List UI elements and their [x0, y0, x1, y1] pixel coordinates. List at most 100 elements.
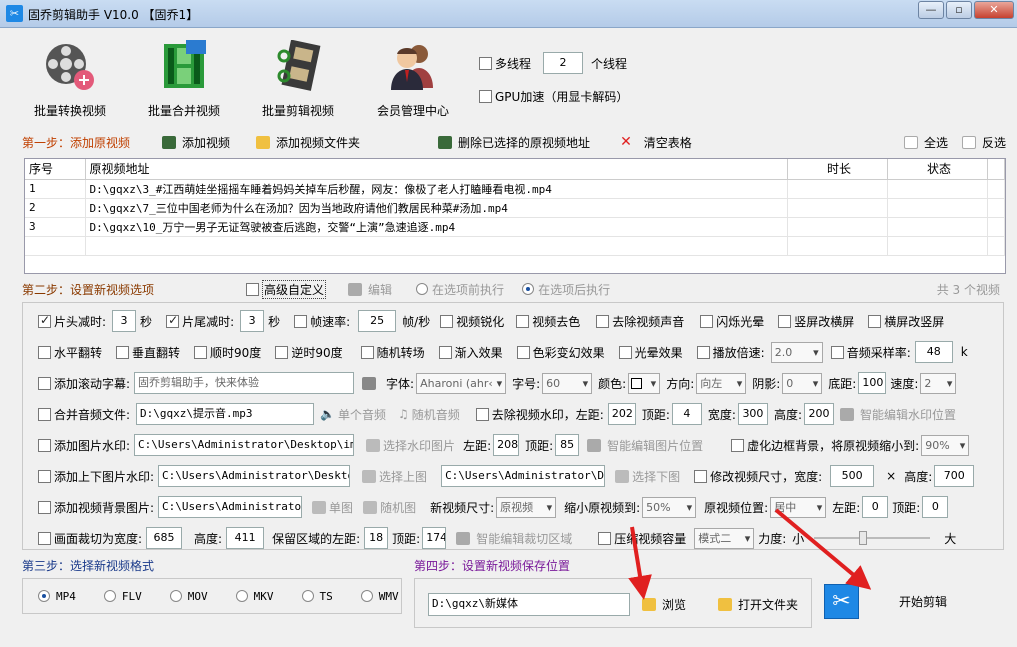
invert-select-button[interactable]: 反选: [961, 134, 1006, 151]
shadow-select[interactable]: 0: [782, 372, 823, 394]
tail-cut-checkbox[interactable]: [166, 313, 180, 328]
format-option-mkv[interactable]: MKV: [235, 590, 274, 603]
batch-convert-button[interactable]: 批量转换视频: [14, 36, 126, 118]
single-image-button[interactable]: 单图: [312, 499, 353, 516]
crop-top-input[interactable]: 174: [422, 527, 447, 549]
head-cut-input[interactable]: 3: [112, 310, 137, 332]
single-audio-button[interactable]: 🔈 单个音频: [320, 406, 386, 423]
audio-input[interactable]: D:\gqxz\提示音.mp3: [136, 403, 315, 425]
advanced-checkbox[interactable]: [246, 282, 260, 296]
head-cut-checkbox[interactable]: [38, 313, 51, 328]
blur-bg-checkbox[interactable]: [731, 438, 745, 452]
wm-width-input[interactable]: 300: [737, 403, 768, 425]
shrink-select[interactable]: 50%: [642, 496, 697, 518]
member-center-button[interactable]: 会员管理中心: [357, 36, 469, 118]
format-radio[interactable]: [301, 590, 314, 602]
mute-checkbox[interactable]: [596, 314, 610, 328]
random-image-button[interactable]: 随机图: [363, 499, 416, 516]
new-size-select[interactable]: 原视频: [496, 496, 557, 518]
close-button[interactable]: ✕: [974, 1, 1014, 19]
browse-button[interactable]: 浏览: [642, 596, 686, 613]
rot90-checkbox[interactable]: [194, 345, 208, 359]
resize-height-input[interactable]: 700: [934, 465, 975, 487]
table-row[interactable]: 2 D:\gqxz\7_三位中国老师为什么在汤加？因为当地政府请他们教居民种菜#汤…: [25, 198, 1005, 218]
sample-input[interactable]: 48: [914, 341, 953, 363]
select-all-button[interactable]: 全选: [903, 134, 948, 151]
smart-crop-button[interactable]: 智能编辑裁切区域: [456, 530, 572, 547]
pos-select[interactable]: 居中: [770, 496, 827, 518]
rotm90-checkbox[interactable]: [275, 345, 289, 359]
img-top-input[interactable]: 85: [555, 434, 580, 456]
add-video-button[interactable]: 添加视频: [162, 134, 230, 151]
down-image-input[interactable]: C:\Users\Administrator\Deskt: [441, 465, 606, 487]
fade-in-checkbox[interactable]: [438, 345, 452, 359]
size-select[interactable]: 60: [542, 372, 593, 394]
col-status[interactable]: 状态: [887, 159, 988, 180]
format-radio[interactable]: [169, 590, 182, 602]
sub-speed-select[interactable]: 2: [920, 372, 957, 394]
hflip-checkbox[interactable]: [38, 345, 51, 359]
random-audio-button[interactable]: ♫ 随机音频: [398, 406, 460, 423]
sharpen-checkbox[interactable]: [440, 314, 454, 328]
batch-merge-button[interactable]: 批量合并视频: [128, 36, 240, 118]
force-slider[interactable]: [814, 528, 931, 548]
compress-mode-select[interactable]: 模式二: [694, 527, 755, 549]
bg-left-input[interactable]: 0: [862, 496, 889, 518]
thread-count-input[interactable]: 2: [543, 52, 584, 74]
format-option-mp4[interactable]: MP4: [38, 590, 76, 603]
col-no[interactable]: 序号: [25, 159, 86, 180]
v2h-checkbox[interactable]: [778, 314, 792, 328]
format-option-flv[interactable]: FLV: [103, 590, 142, 603]
multithread-checkbox[interactable]: [479, 56, 492, 70]
smart-watermark-button[interactable]: 智能编辑水印位置: [839, 406, 956, 423]
resize-width-input[interactable]: 500: [830, 465, 875, 487]
compress-checkbox[interactable]: [598, 531, 612, 545]
bg-top-input[interactable]: 0: [922, 496, 949, 518]
subtitle-input[interactable]: 固乔剪辑助手，快来体验: [134, 372, 355, 394]
col-path[interactable]: 原视频地址: [85, 159, 788, 180]
open-folder-button[interactable]: 打开文件夹: [718, 596, 798, 613]
choose-down-button[interactable]: 选择下图: [615, 468, 680, 485]
flash-checkbox[interactable]: [700, 314, 714, 328]
format-option-ts[interactable]: TS: [301, 590, 333, 603]
img-left-input[interactable]: 208: [493, 434, 520, 456]
clear-table-button[interactable]: ✕ 清空表格: [620, 134, 692, 151]
subtitle-checkbox[interactable]: [38, 376, 51, 390]
minimize-button[interactable]: —: [918, 1, 944, 19]
speed-checkbox[interactable]: [696, 345, 710, 359]
sample-checkbox[interactable]: [830, 345, 844, 359]
before-radio[interactable]: [416, 283, 429, 295]
bottom-input[interactable]: 100: [858, 372, 887, 394]
format-option-wmv[interactable]: WMV: [360, 590, 399, 603]
font-select[interactable]: Aharoni (ahr‹: [416, 372, 507, 394]
col-duration[interactable]: 时长: [787, 159, 888, 180]
choose-wm-img-button[interactable]: 选择水印图片: [366, 437, 455, 454]
crop-checkbox[interactable]: [38, 531, 51, 545]
watermark-checkbox[interactable]: [475, 407, 489, 421]
crop-height-input[interactable]: 411: [226, 527, 265, 549]
img-wm-checkbox[interactable]: [38, 438, 51, 452]
format-radio[interactable]: [360, 590, 373, 602]
color-shift-checkbox[interactable]: [516, 345, 530, 359]
decolor-checkbox[interactable]: [516, 314, 530, 328]
format-radio[interactable]: [103, 590, 116, 602]
after-radio[interactable]: [522, 283, 535, 295]
table-row[interactable]: 3 D:\gqxz\10_万宁一男子无证驾驶被查后逃跑，交警“上演”急速追逐.mp…: [25, 217, 1005, 237]
direction-select[interactable]: 向左: [696, 372, 747, 394]
format-radio[interactable]: [38, 590, 50, 602]
maximize-button[interactable]: ▫: [946, 1, 972, 19]
video-table[interactable]: 序号 原视频地址 时长 状态 1 D:\gqxz\3_#江西萌娃坐摇摇车睡着妈妈关…: [24, 158, 1006, 274]
halo-checkbox[interactable]: [618, 345, 632, 359]
gpu-checkbox[interactable]: [479, 89, 492, 103]
batch-edit-button[interactable]: 批量剪辑视频: [242, 36, 354, 118]
wm-height-input[interactable]: 200: [803, 403, 834, 425]
crop-width-input[interactable]: 685: [146, 527, 183, 549]
add-folder-button[interactable]: 添加视频文件夹: [256, 134, 360, 151]
start-edit-button[interactable]: ✂ 开始剪辑: [824, 582, 984, 620]
audio-checkbox[interactable]: [38, 407, 51, 421]
table-row[interactable]: 1 D:\gqxz\3_#江西萌娃坐摇摇车睡着妈妈关掉车后秒醒，网友：像极了老人打…: [25, 179, 1005, 199]
slider-thumb[interactable]: [859, 531, 868, 545]
text-style-icon[interactable]: [362, 376, 377, 390]
edit-button[interactable]: 编辑: [348, 281, 392, 298]
fps-checkbox[interactable]: [294, 314, 308, 328]
